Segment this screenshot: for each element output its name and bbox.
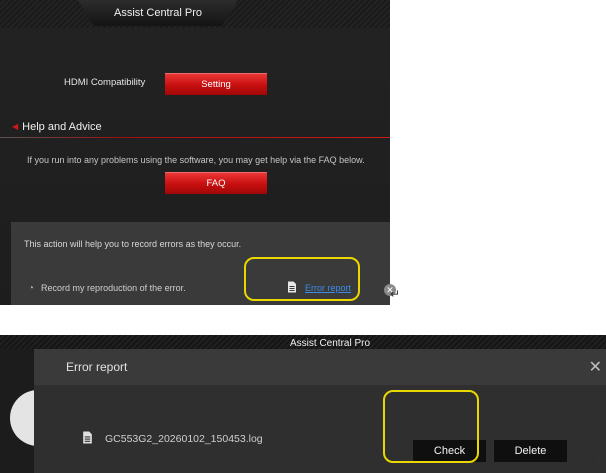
faq-button[interactable]: FAQ bbox=[165, 172, 267, 194]
dialog-header: Error report ✕ bbox=[34, 349, 606, 385]
help-and-advice-heading: ◀ Help and Advice bbox=[12, 121, 102, 133]
error-report-dialog: Error report ✕ GC553G2_20260102_150453.l… bbox=[34, 349, 606, 473]
record-reproduction-label: Record my reproduction of the error. bbox=[41, 283, 186, 293]
hdmi-compatibility-label: HDMI Compatibility bbox=[64, 77, 146, 88]
highlight-box-check bbox=[383, 390, 479, 463]
return-mark: ↵ bbox=[390, 287, 401, 301]
delete-button[interactable]: Delete bbox=[494, 440, 567, 462]
setting-button[interactable]: Setting bbox=[165, 73, 267, 95]
help-description: If you run into any problems using the s… bbox=[27, 155, 365, 165]
section-divider bbox=[0, 137, 390, 138]
help-heading-label: Help and Advice bbox=[22, 121, 102, 133]
error-record-description: This action will help you to record erro… bbox=[24, 239, 242, 249]
red-triangle-icon: ◀ bbox=[12, 122, 19, 131]
clock-icon: ◔ bbox=[28, 283, 35, 294]
document-icon bbox=[83, 431, 92, 444]
highlight-box-error-report bbox=[244, 257, 360, 301]
dialog-title: Error report bbox=[66, 360, 128, 374]
close-icon[interactable]: ✕ bbox=[589, 357, 602, 377]
log-file-item: GC553G2_20260102_150453.log bbox=[82, 431, 263, 445]
title-tab: Assist Central Pro bbox=[78, 0, 238, 26]
second-window: Assist Central Pro Error report ✕ GC553G… bbox=[0, 335, 606, 473]
app-title: Assist Central Pro bbox=[290, 338, 371, 349]
record-reproduction-toggle[interactable]: ◔ Record my reproduction of the error. bbox=[28, 283, 186, 294]
return-mark: ↵ bbox=[596, 454, 606, 466]
log-file-name: GC553G2_20260102_150453.log bbox=[105, 433, 263, 445]
title-bar: Assist Central Pro bbox=[0, 0, 390, 28]
app-title: Assist Central Pro bbox=[113, 7, 203, 19]
